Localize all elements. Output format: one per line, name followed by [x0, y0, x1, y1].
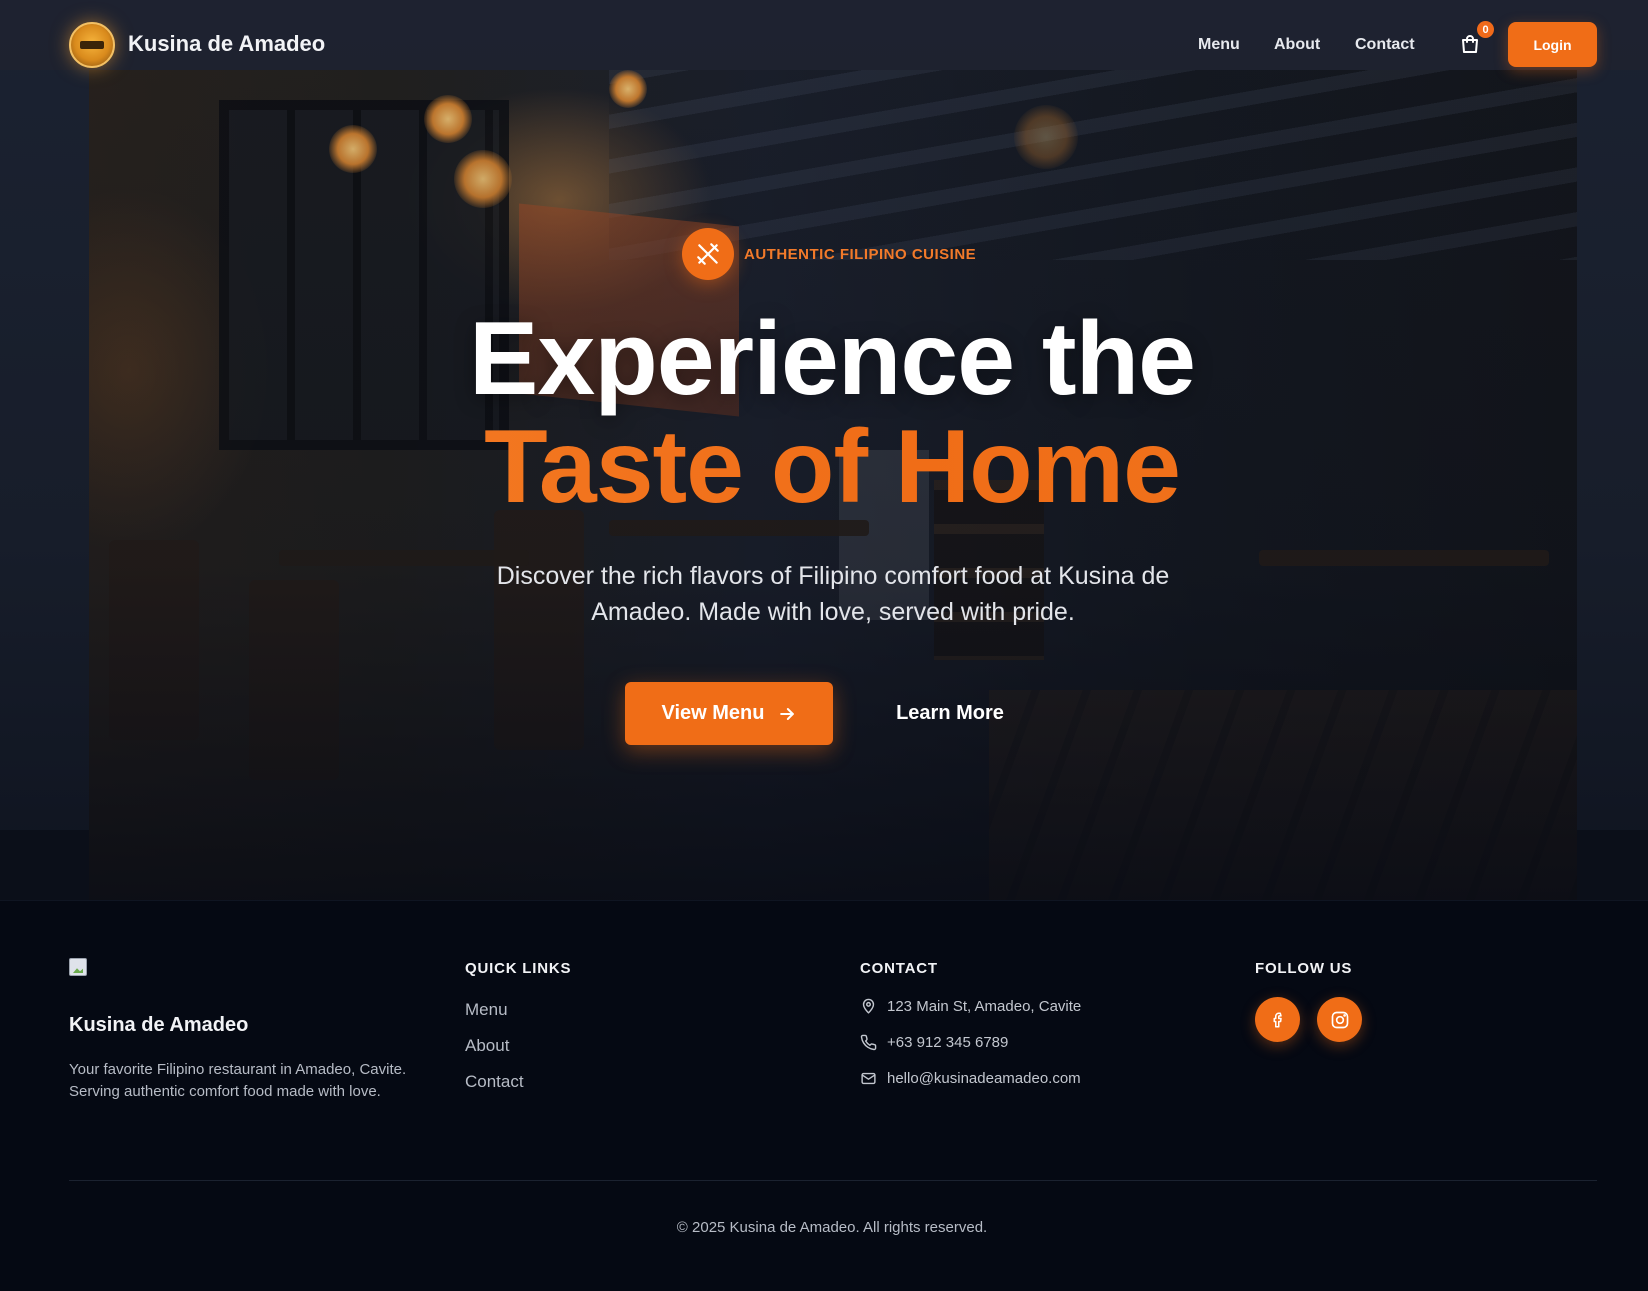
learn-more-button[interactable]: Learn More [872, 682, 1028, 745]
utensils-icon [682, 228, 734, 280]
footer-link-contact[interactable]: Contact [465, 1072, 524, 1092]
map-pin-icon [862, 998, 875, 1014]
cart-icon[interactable] [1458, 32, 1482, 56]
view-menu-button[interactable]: View Menu [625, 682, 833, 745]
footer-logo-image [69, 958, 87, 976]
nav-link-contact[interactable]: Contact [1355, 36, 1415, 54]
hero-eyebrow: AUTHENTIC FILIPINO CUISINE [744, 246, 977, 263]
logo[interactable] [69, 22, 115, 68]
hero-headline-line2: Taste of Home [0, 408, 1648, 527]
hero-subtitle: Discover the rich flavors of Filipino co… [496, 562, 1170, 626]
brand-name[interactable]: Kusina de Amadeo [128, 31, 325, 57]
copyright-text: © 2025 Kusina de Amadeo. All rights rese… [676, 1219, 988, 1236]
arrow-right-icon [779, 707, 794, 720]
login-button[interactable]: Login [1508, 22, 1597, 67]
contact-address-text: 123 Main St, Amadeo, Cavite [887, 998, 1082, 1015]
footer-brand-name: Kusina de Amadeo [69, 1014, 249, 1036]
quick-links-heading: QUICK LINKS [465, 960, 572, 977]
contact-phone-text[interactable]: +63 912 345 6789 [887, 1034, 1008, 1051]
navbar: Kusina de Amadeo Menu About Contact 0 Lo… [0, 0, 1648, 70]
phone-icon [860, 1034, 877, 1051]
instagram-icon[interactable] [1317, 997, 1362, 1042]
hero-headline-line1: Experience the [469, 301, 1196, 417]
footer-link-about[interactable]: About [465, 1036, 509, 1056]
footer-link-menu[interactable]: Menu [465, 1000, 508, 1020]
nav-link-about[interactable]: About [1274, 36, 1320, 54]
cart-count-badge: 0 [1477, 21, 1494, 38]
footer: Kusina de Amadeo Your favorite Filipino … [0, 900, 1648, 1291]
contact-email-text[interactable]: hello@kusinadeamadeo.com [887, 1070, 1081, 1087]
contact-phone: +63 912 345 6789 [860, 1034, 1008, 1051]
contact-email: hello@kusinadeamadeo.com [860, 1070, 1081, 1087]
facebook-icon[interactable] [1255, 997, 1300, 1042]
footer-divider [69, 1180, 1597, 1181]
follow-us-heading: FOLLOW US [1255, 960, 1353, 977]
contact-address: 123 Main St, Amadeo, Cavite [860, 998, 1081, 1015]
hero-section: Kusina de Amadeo Menu About Contact 0 Lo… [0, 0, 1648, 900]
footer-description: Your favorite Filipino restaurant in Ama… [69, 1061, 407, 1100]
view-menu-label: View Menu [661, 702, 765, 724]
nav-link-menu[interactable]: Menu [1198, 36, 1240, 54]
mail-icon [861, 1072, 876, 1085]
contact-heading: CONTACT [860, 960, 938, 977]
